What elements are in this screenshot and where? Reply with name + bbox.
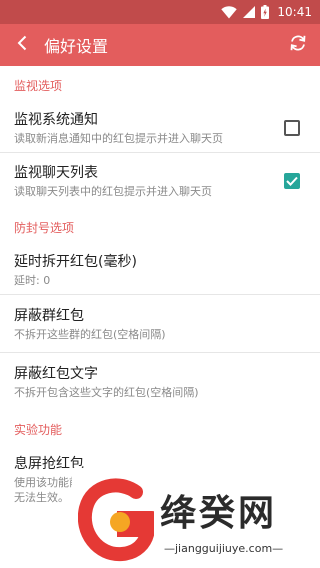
refresh-icon (289, 34, 307, 56)
pref-title: 屏蔽群红包 (14, 307, 84, 324)
signal-icon (243, 6, 256, 18)
battery-icon (261, 5, 270, 19)
pref-delay-open[interactable]: 延时拆开红包(毫秒) 延时: 0 (0, 246, 320, 294)
watermark-name: 绛癸网 (160, 493, 278, 534)
refresh-button[interactable] (276, 24, 320, 66)
section-header-anti-ban: 防封号选项 (14, 220, 75, 235)
watermark: 绛癸网 —jiangguijiuye.com— (72, 468, 320, 568)
pref-monitor-chat-list[interactable]: 监视聊天列表 读取聊天列表中的红包提示并进入聊天页 (0, 152, 320, 208)
checkbox-monitor-chat-list[interactable] (284, 171, 300, 190)
pref-title: 屏蔽红包文字 (14, 365, 98, 382)
back-arrow-icon (17, 35, 27, 55)
pref-block-text[interactable]: 屏蔽红包文字 不拆开包含这些文字的红包(空格间隔) (0, 352, 320, 410)
watermark-logo-icon (77, 478, 159, 566)
pref-title: 延时拆开红包(毫秒) (14, 254, 137, 270)
status-time: 10:41 (277, 5, 312, 19)
pref-summary: 读取新消息通知中的红包提示并进入聊天页 (14, 132, 223, 145)
pref-block-groups[interactable]: 屏蔽群红包 不拆开这些群的红包(空格间隔) (0, 294, 320, 352)
app-bar: 偏好设置 (0, 24, 320, 66)
pref-summary: 延时: 0 (14, 274, 51, 287)
section-header-monitor: 监视选项 (14, 78, 63, 93)
watermark-url: —jiangguijiuye.com— (164, 542, 284, 555)
page-title: 偏好设置 (44, 37, 109, 56)
pref-summary: 读取聊天列表中的红包提示并进入聊天页 (14, 184, 212, 198)
pref-title: 监视聊天列表 (14, 164, 98, 181)
wifi-icon (221, 5, 238, 19)
pref-summary: 不拆开包含这些文字的红包(空格间隔) (14, 385, 199, 399)
pref-title: 监视系统通知 (14, 112, 98, 128)
checkbox-monitor-system-notification[interactable] (284, 120, 300, 136)
back-button[interactable] (0, 24, 44, 66)
status-bar: 10:41 (0, 0, 320, 24)
pref-summary: 不拆开这些群的红包(空格间隔) (14, 327, 166, 341)
section-header-experimental: 实验功能 (14, 422, 63, 437)
checkmark-icon (286, 171, 298, 190)
pref-monitor-system-notification[interactable]: 监视系统通知 读取新消息通知中的红包提示并进入聊天页 (0, 104, 320, 152)
